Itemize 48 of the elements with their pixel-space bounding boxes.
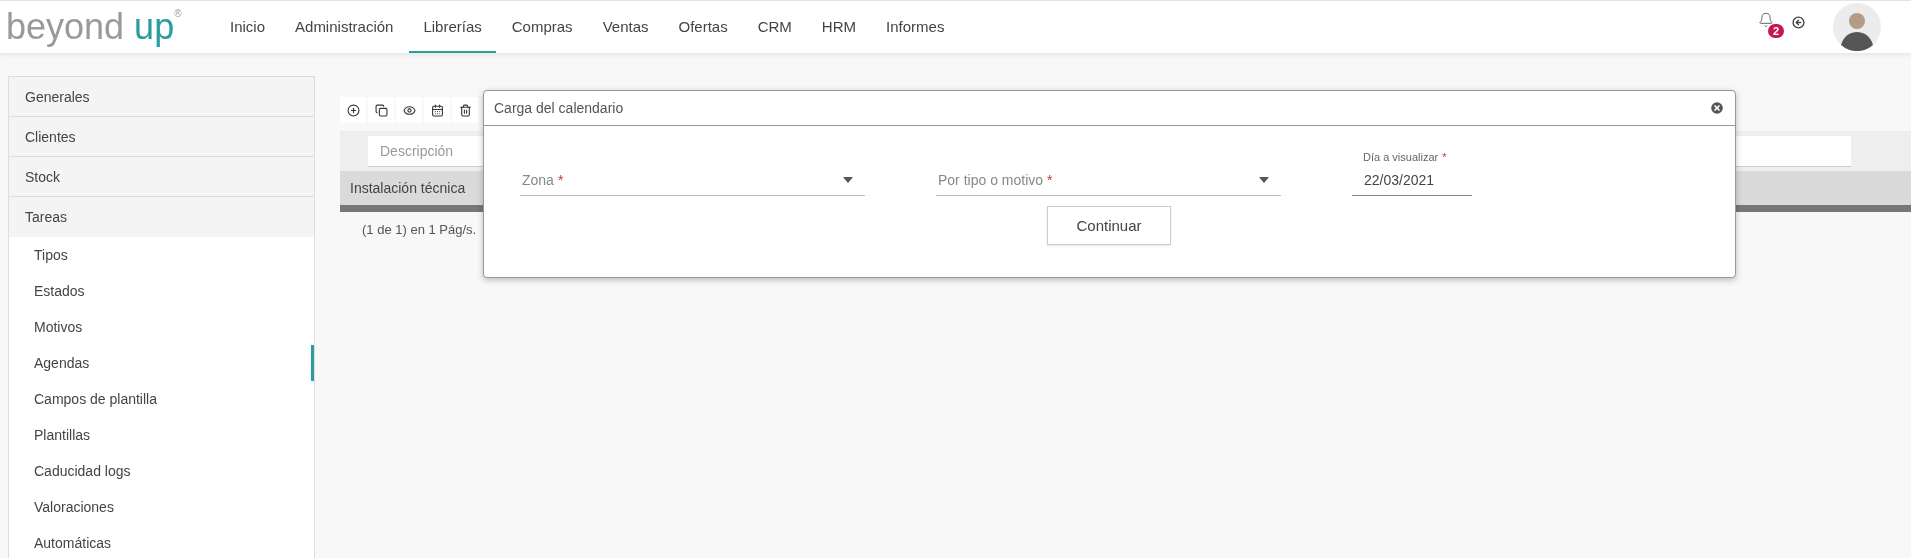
continue-button[interactable]: Continuar: [1047, 206, 1171, 245]
sidebar-item[interactable]: Estados: [9, 273, 314, 309]
nav-tab[interactable]: Administración: [281, 1, 408, 53]
nav-tab[interactable]: HRM: [807, 1, 871, 53]
sidebar-section[interactable]: Clientes: [9, 117, 314, 157]
sidebar-item[interactable]: Automáticas: [9, 525, 314, 558]
bell-icon[interactable]: [1758, 12, 1774, 28]
sidebar-section[interactable]: Tareas: [9, 197, 314, 237]
sidebar-item[interactable]: Tipos: [9, 237, 314, 273]
nav-tab[interactable]: Ventas: [588, 1, 663, 53]
logout-icon[interactable]: [1792, 15, 1805, 29]
copy-icon: [374, 103, 388, 117]
notification-count: 2: [1768, 24, 1785, 38]
calendar-button[interactable]: [424, 97, 450, 123]
avatar[interactable]: [1833, 3, 1881, 51]
field-label: Día a visualizar *: [1362, 151, 1448, 163]
trash-icon: [458, 103, 472, 117]
eye-button[interactable]: [396, 97, 422, 123]
sidebar-item[interactable]: Plantillas: [9, 417, 314, 453]
select-field[interactable]: Zona *: [520, 165, 865, 196]
calendar-icon: [430, 103, 444, 117]
dialog-title: Carga del calendario: [494, 100, 624, 116]
nav-tab[interactable]: Librerías: [409, 1, 496, 53]
nav-tab[interactable]: Ofertas: [664, 1, 742, 53]
table-cell-text: Instalación técnica: [349, 180, 466, 196]
sidebar-item[interactable]: Agendas: [9, 345, 314, 381]
eye-icon: [402, 103, 416, 117]
pager-text: (1 de 1) en 1 Pág/s.: [362, 222, 477, 237]
logo: beyond up®: [5, 5, 183, 49]
nav-tab[interactable]: CRM: [743, 1, 806, 53]
sidebar-item[interactable]: Valoraciones: [9, 489, 314, 525]
nav-tab[interactable]: Informes: [872, 1, 959, 53]
sidebar-item[interactable]: Motivos: [9, 309, 314, 345]
date-field[interactable]: 22/03/2021: [1352, 172, 1472, 196]
sidebar-section[interactable]: Stock: [9, 157, 314, 197]
sidebar-section[interactable]: Generales: [9, 77, 314, 117]
trash-button[interactable]: [452, 97, 478, 123]
copy-button[interactable]: [368, 97, 394, 123]
nav-tab[interactable]: Compras: [497, 1, 587, 53]
select-field[interactable]: Por tipo o motivo *: [936, 165, 1281, 196]
add-button[interactable]: [340, 97, 366, 123]
add-icon: [346, 103, 360, 117]
sidebar-item[interactable]: Caducidad logs: [9, 453, 314, 489]
close-button[interactable]: [1709, 100, 1725, 116]
sidebar-item[interactable]: Campos de plantilla: [9, 381, 314, 417]
caret-icon: [1259, 177, 1269, 183]
caret-icon: [843, 177, 853, 183]
nav-tab[interactable]: Inicio: [216, 1, 280, 53]
